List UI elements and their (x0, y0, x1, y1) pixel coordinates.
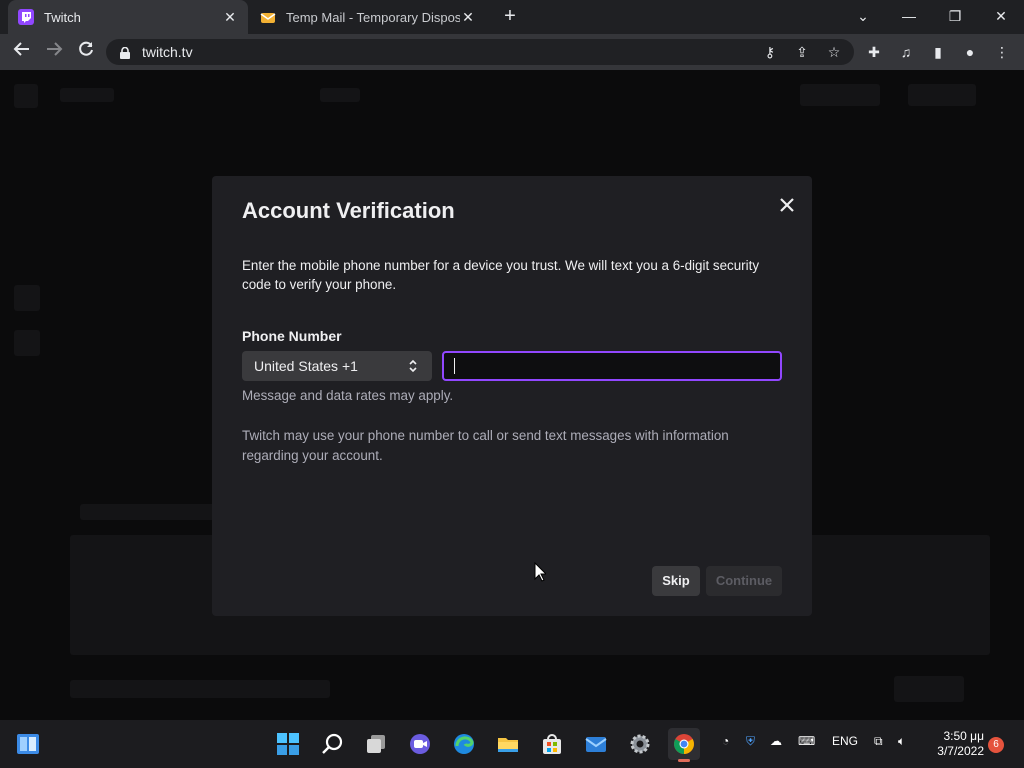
address-bar[interactable]: twitch.tv (106, 39, 854, 65)
url-text: twitch.tv (142, 44, 193, 60)
file-explorer-icon[interactable] (492, 728, 524, 760)
tab-title: Twitch (44, 9, 81, 25)
security-shield-icon[interactable]: ⛨ (746, 734, 755, 749)
widgets-icon[interactable] (12, 728, 44, 760)
mail-icon[interactable] (580, 728, 612, 760)
phone-number-input[interactable] (442, 351, 782, 381)
mouse-cursor-icon (534, 562, 546, 582)
tab-temp-mail[interactable]: Temp Mail - Temporary Disposab ✕ (250, 0, 486, 34)
country-code-value: United States +1 (254, 358, 358, 374)
browser-toolbar: twitch.tv ⚷ ⇪ ☆ ✚ ♫ ▮ ● ⋮ (0, 34, 1024, 70)
backdrop-shape (14, 330, 40, 356)
clock-sync-icon[interactable]: ◔ (722, 734, 729, 748)
start-icon[interactable] (272, 728, 304, 760)
network-icon[interactable]: ⧉ (874, 734, 883, 749)
temp-mail-icon (260, 9, 276, 25)
keyboard-icon[interactable]: ⌨ (798, 734, 815, 748)
lock-icon (120, 46, 130, 59)
bookmark-star-icon[interactable]: ☆ (824, 42, 844, 62)
backdrop-shape (70, 680, 330, 698)
tab-search-chevron-icon[interactable]: ⌄ (840, 0, 886, 34)
onedrive-icon[interactable]: ☁ (770, 734, 782, 748)
side-panel-icon[interactable]: ▮ (928, 42, 948, 62)
text-caret (454, 358, 455, 374)
task-view-icon[interactable] (360, 728, 392, 760)
modal-title: Account Verification (242, 198, 455, 223)
edge-icon[interactable] (448, 728, 480, 760)
browser-tab-strip: Twitch ✕ Temp Mail - Temporary Disposab … (0, 0, 1024, 34)
system-clock[interactable]: 3:50 μμ 3/7/2022 (926, 729, 984, 759)
clock-date: 3/7/2022 (937, 744, 984, 758)
close-tab-icon[interactable]: ✕ (460, 9, 476, 26)
phone-number-label: Phone Number (242, 328, 342, 344)
search-icon[interactable] (316, 728, 348, 760)
backdrop-shape (320, 88, 360, 102)
settings-icon[interactable] (624, 728, 656, 760)
forward-button[interactable] (42, 40, 66, 64)
backdrop-shape (14, 285, 40, 311)
account-verification-modal: Account Verification Enter the mobile ph… (212, 176, 812, 616)
extensions-icon[interactable]: ✚ (864, 42, 884, 62)
close-tab-icon[interactable]: ✕ (222, 9, 238, 26)
volume-icon[interactable]: 🔈︎ (898, 734, 905, 749)
media-control-icon[interactable]: ♫ (896, 42, 916, 62)
windows-taskbar: ◔ ⛨ ☁ ⌨ ENG ⧉ 🔈︎ 3:50 μμ 3/7/2022 (0, 720, 1024, 768)
twitch-icon (18, 9, 34, 25)
backdrop-shape (894, 676, 964, 702)
modal-description: Enter the mobile phone number for a devi… (242, 258, 760, 292)
restore-button[interactable]: ❐ (932, 0, 978, 34)
share-icon[interactable]: ⇪ (792, 42, 812, 62)
usage-note: Twitch may use your phone number to call… (242, 428, 729, 463)
select-arrows-icon (408, 357, 418, 375)
clock-time: 3:50 μμ (943, 729, 984, 743)
backdrop-shape (60, 88, 114, 102)
rates-hint: Message and data rates may apply. (242, 388, 454, 403)
tab-twitch[interactable]: Twitch ✕ (8, 0, 248, 34)
new-tab-button[interactable]: + (498, 5, 522, 29)
backdrop-shape (800, 84, 880, 106)
active-app-indicator (678, 759, 690, 762)
back-button[interactable] (10, 40, 34, 64)
notification-badge[interactable]: 6 (988, 737, 1004, 753)
skip-button[interactable]: Skip (652, 566, 700, 596)
chrome-icon[interactable] (668, 728, 700, 762)
close-window-button[interactable]: ✕ (978, 0, 1024, 34)
minimize-button[interactable]: — (886, 0, 932, 34)
profile-icon[interactable]: ● (960, 42, 980, 62)
reload-button[interactable] (74, 40, 98, 64)
store-icon[interactable] (536, 728, 568, 760)
key-icon[interactable]: ⚷ (760, 42, 780, 62)
language-indicator[interactable]: ENG (832, 734, 858, 748)
tab-title: Temp Mail - Temporary Disposab (286, 9, 460, 25)
page-backdrop: Account Verification Enter the mobile ph… (0, 70, 1024, 720)
menu-kebab-icon[interactable]: ⋮ (992, 42, 1012, 62)
backdrop-shape (14, 84, 38, 108)
close-icon[interactable] (776, 194, 798, 216)
chat-icon[interactable] (404, 728, 436, 760)
continue-button[interactable]: Continue (706, 566, 782, 596)
backdrop-shape (908, 84, 976, 106)
backdrop-shape (80, 504, 220, 520)
country-code-select[interactable]: United States +1 (242, 351, 432, 381)
